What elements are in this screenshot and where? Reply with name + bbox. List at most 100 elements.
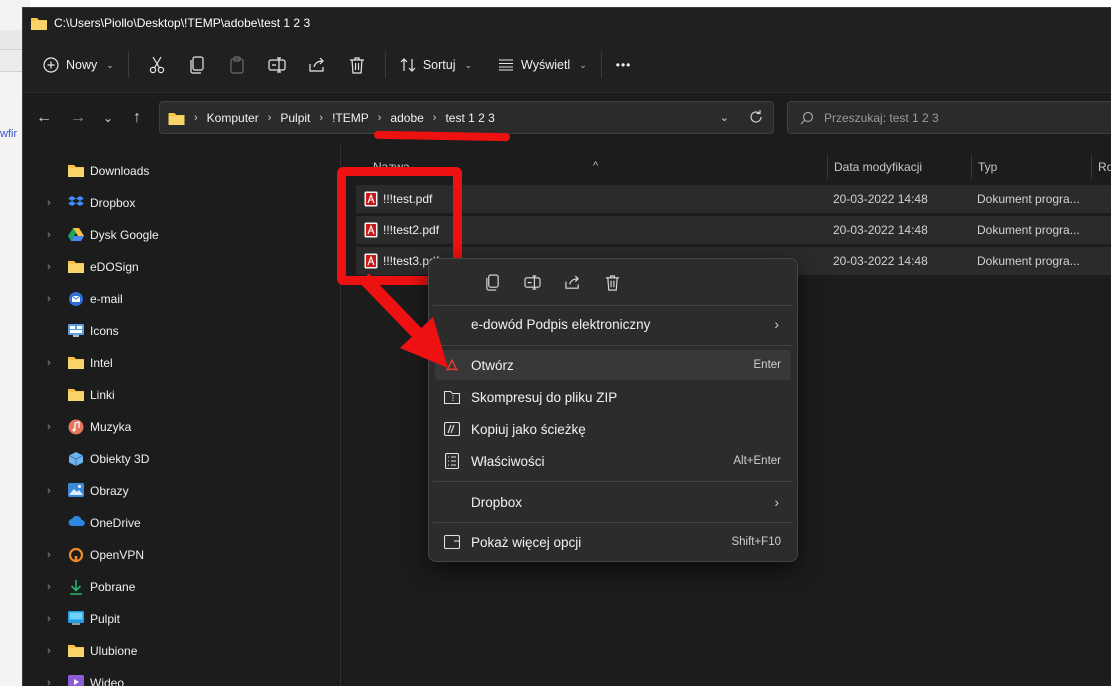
folder-icon (68, 163, 84, 179)
breadcrumb-adobe[interactable]: adobe (390, 111, 423, 125)
sidebar-item-label: Icons (90, 324, 119, 338)
context-share-button[interactable] (561, 271, 583, 293)
sidebar-item[interactable]: Icons (23, 315, 341, 347)
menu-item-copy-path[interactable]: Kopiuj jako ścieżkę (435, 414, 791, 444)
context-delete-button[interactable] (601, 271, 623, 293)
annotation-arrow (359, 273, 448, 368)
sidebar-item[interactable]: › Ulubione (23, 635, 341, 667)
forward-button[interactable]: → (65, 107, 91, 129)
chevron-right-icon[interactable]: › (47, 613, 51, 625)
sidebar-item[interactable]: › eDOSign (23, 251, 341, 283)
sidebar-item[interactable]: Linki (23, 379, 341, 411)
column-divider[interactable] (1091, 155, 1092, 179)
folder-icon (168, 112, 185, 125)
column-type[interactable]: Typ (978, 160, 997, 174)
sidebar-item[interactable]: › Dysk Google (23, 219, 341, 251)
copy-icon (190, 56, 204, 74)
sidebar-item[interactable]: › Pobrane (23, 571, 341, 603)
sidebar-item-label: Wideo (90, 676, 125, 686)
onedrive-icon (68, 515, 85, 531)
chevron-right-icon[interactable]: › (47, 357, 51, 369)
address-bar[interactable]: › Komputer › Pulpit › !TEMP › adobe › te… (159, 101, 774, 134)
delete-button[interactable] (337, 48, 377, 82)
share-button[interactable] (297, 48, 337, 82)
menu-item-open[interactable]: Otwórz Enter (435, 350, 791, 380)
chevron-right-icon[interactable]: › (47, 549, 51, 561)
column-divider[interactable] (971, 155, 972, 179)
sidebar-item[interactable]: › OpenVPN (23, 539, 341, 571)
new-button[interactable]: Nowy ⌄ (37, 48, 120, 82)
toolbar-divider (384, 52, 386, 78)
column-divider[interactable] (827, 155, 828, 179)
sidebar-item[interactable]: › Muzyka (23, 411, 341, 443)
chevron-right-icon[interactable]: › (47, 645, 51, 657)
menu-item-label: Otwórz (471, 357, 514, 373)
chevron-right-icon[interactable]: › (47, 261, 51, 273)
sidebar-item-label: Ulubione (90, 644, 138, 658)
copy-button[interactable] (177, 48, 217, 82)
sidebar-item[interactable]: › Wideo (23, 667, 341, 686)
file-row[interactable]: !!!test2.pdf 20-03-2022 14:48 Dokument p… (356, 216, 1111, 244)
chevron-right-icon[interactable]: › (47, 485, 51, 497)
menu-item-compress-zip[interactable]: Skompresuj do pliku ZIP (435, 382, 791, 412)
new-button-label: Nowy (66, 58, 98, 72)
more-options-button[interactable]: ••• (610, 48, 638, 82)
view-button[interactable]: Wyświetl ⌄ (492, 48, 593, 82)
rename-button[interactable] (257, 48, 297, 82)
sidebar-item-label: e-mail (90, 292, 123, 306)
sort-button[interactable]: Sortuj ⌄ (394, 48, 478, 82)
sidebar-item[interactable]: › e-mail (23, 283, 341, 315)
folder-icon (68, 643, 84, 659)
sidebar-item-label: Obrazy (90, 484, 129, 498)
context-menu-quick-actions (429, 259, 797, 305)
context-rename-button[interactable] (521, 271, 543, 293)
copy-icon (485, 273, 499, 291)
breadcrumb-current[interactable]: test 1 2 3 (445, 111, 494, 125)
cut-button[interactable] (137, 48, 177, 82)
chevron-right-icon[interactable]: › (47, 421, 51, 433)
sidebar-item-label: eDOSign (90, 260, 139, 274)
video-icon (68, 675, 84, 686)
sidebar-item[interactable]: › Pulpit (23, 603, 341, 635)
sidebar-item[interactable]: OneDrive (23, 507, 341, 539)
view-button-label: Wyświetl (521, 58, 571, 72)
up-button[interactable]: ↑ (124, 107, 150, 129)
breadcrumb-komputer[interactable]: Komputer (207, 111, 259, 125)
menu-item-properties[interactable]: Właściwości Alt+Enter (435, 446, 791, 476)
paste-button[interactable] (217, 48, 257, 82)
sidebar-item[interactable]: › Dropbox (23, 187, 341, 219)
sidebar-item[interactable]: › Obrazy (23, 475, 341, 507)
breadcrumb-pulpit[interactable]: Pulpit (280, 111, 310, 125)
refresh-icon[interactable] (747, 108, 765, 126)
menu-item-show-more-options[interactable]: Pokaż więcej opcji Shift+F10 (435, 527, 791, 557)
context-copy-button[interactable] (481, 271, 503, 293)
search-box[interactable]: Przeszukaj: test 1 2 3 (787, 101, 1111, 134)
sort-ascending-icon: ^ (593, 160, 599, 172)
sidebar-item[interactable]: Obiekty 3D (23, 443, 341, 475)
breadcrumb-temp[interactable]: !TEMP (332, 111, 369, 125)
menu-divider (433, 305, 793, 306)
chevron-right-icon[interactable]: › (47, 229, 51, 241)
menu-divider (433, 522, 793, 523)
chevron-right-icon[interactable]: › (47, 293, 51, 305)
back-button[interactable]: ← (31, 107, 57, 129)
recent-locations-button[interactable]: ⌄ (95, 107, 121, 129)
menu-item-dropbox[interactable]: Dropbox › (435, 487, 791, 517)
sidebar-item[interactable]: › Intel (23, 347, 341, 379)
chevron-right-icon: › (194, 111, 198, 124)
chevron-right-icon[interactable]: › (47, 581, 51, 593)
file-row[interactable]: !!!test.pdf 20-03-2022 14:48 Dokument pr… (356, 185, 1111, 213)
chevron-right-icon[interactable]: › (47, 197, 51, 209)
share-icon (309, 57, 324, 72)
sidebar-item-label: Downloads (90, 164, 150, 178)
column-date-modified[interactable]: Data modyfikacji (834, 160, 922, 174)
column-size[interactable]: Ro (1098, 160, 1111, 174)
chevron-right-icon[interactable]: › (47, 677, 51, 686)
menu-item-edowod[interactable]: e-dowód Podpis elektroniczny › (435, 309, 791, 339)
address-history-chevron-icon[interactable]: ⌄ (720, 111, 729, 124)
sidebar-item-label: OneDrive (90, 516, 141, 530)
search-placeholder: Przeszukaj: test 1 2 3 (824, 110, 939, 125)
copy-path-icon (443, 420, 461, 438)
sidebar-item[interactable]: Downloads (23, 155, 341, 187)
properties-icon (443, 452, 461, 470)
